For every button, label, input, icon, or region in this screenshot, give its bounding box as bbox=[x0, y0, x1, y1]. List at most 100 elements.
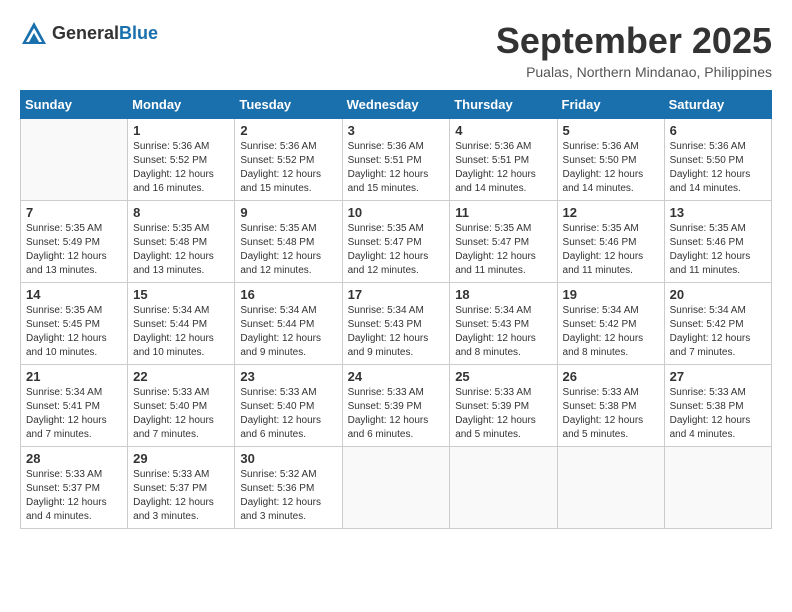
day-number: 19 bbox=[563, 287, 659, 302]
day-number: 9 bbox=[240, 205, 336, 220]
day-number: 14 bbox=[26, 287, 122, 302]
calendar-body: 1 Sunrise: 5:36 AMSunset: 5:52 PMDaylight… bbox=[21, 119, 772, 529]
day-number: 12 bbox=[563, 205, 659, 220]
table-row: 28 Sunrise: 5:33 AMSunset: 5:37 PMDayligh… bbox=[21, 447, 128, 529]
table-row: 5Sunrise: 5:36 AMSunset: 5:50 PMDaylight… bbox=[557, 119, 664, 201]
day-number: 10 bbox=[348, 205, 445, 220]
table-row: 8Sunrise: 5:35 AMSunset: 5:48 PMDaylight… bbox=[128, 201, 235, 283]
day-number: 16 bbox=[240, 287, 336, 302]
day-info: Sunrise: 5:35 AMSunset: 5:49 PMDaylight:… bbox=[26, 222, 122, 278]
col-sunday: Sunday bbox=[21, 91, 128, 119]
calendar-week-5: 28 Sunrise: 5:33 AMSunset: 5:37 PMDayligh… bbox=[21, 447, 772, 529]
table-row: 22 Sunrise: 5:33 AMSunset: 5:40 PMDayligh… bbox=[128, 365, 235, 447]
table-row: 11 Sunrise: 5:35 AMSunset: 5:47 PMDayligh… bbox=[450, 201, 557, 283]
day-info: Sunrise: 5:35 AMSunset: 5:46 PMDaylight:… bbox=[563, 222, 659, 278]
table-row: 25 Sunrise: 5:33 AMSunset: 5:39 PMDayligh… bbox=[450, 365, 557, 447]
day-info: Sunrise: 5:33 AMSunset: 5:40 PMDaylight:… bbox=[133, 386, 229, 442]
day-number: 18 bbox=[455, 287, 551, 302]
day-number: 7 bbox=[26, 205, 122, 220]
day-number: 30 bbox=[240, 451, 336, 466]
table-row: 16 Sunrise: 5:34 AMSunset: 5:44 PMDayligh… bbox=[235, 283, 342, 365]
col-saturday: Saturday bbox=[664, 91, 771, 119]
day-info: Sunrise: 5:35 AMSunset: 5:46 PMDaylight:… bbox=[670, 222, 766, 278]
title-area: September 2025 Pualas, Northern Mindanao… bbox=[496, 20, 772, 80]
table-row: 1 Sunrise: 5:36 AMSunset: 5:52 PMDaylight… bbox=[128, 119, 235, 201]
col-monday: Monday bbox=[128, 91, 235, 119]
day-number: 17 bbox=[348, 287, 445, 302]
day-number: 28 bbox=[26, 451, 122, 466]
day-info: Sunrise: 5:34 AMSunset: 5:44 PMDaylight:… bbox=[240, 304, 336, 360]
day-info: Sunrise: 5:34 AMSunset: 5:42 PMDaylight:… bbox=[563, 304, 659, 360]
table-row: 18 Sunrise: 5:34 AMSunset: 5:43 PMDayligh… bbox=[450, 283, 557, 365]
calendar-header: Sunday Monday Tuesday Wednesday Thursday… bbox=[21, 91, 772, 119]
table-row: 30 Sunrise: 5:32 AMSunset: 5:36 PMDayligh… bbox=[235, 447, 342, 529]
day-info: Sunrise: 5:35 AMSunset: 5:47 PMDaylight:… bbox=[455, 222, 551, 278]
table-row: 7 Sunrise: 5:35 AMSunset: 5:49 PMDaylight… bbox=[21, 201, 128, 283]
day-number: 23 bbox=[240, 369, 336, 384]
table-row: 29Sunrise: 5:33 AMSunset: 5:37 PMDayligh… bbox=[128, 447, 235, 529]
table-row bbox=[450, 447, 557, 529]
day-info: Sunrise: 5:33 AMSunset: 5:38 PMDaylight:… bbox=[563, 386, 659, 442]
table-row: 21Sunrise: 5:34 AMSunset: 5:41 PMDayligh… bbox=[21, 365, 128, 447]
col-tuesday: Tuesday bbox=[235, 91, 342, 119]
day-number: 6 bbox=[670, 123, 766, 138]
table-row: 26Sunrise: 5:33 AMSunset: 5:38 PMDayligh… bbox=[557, 365, 664, 447]
table-row: 10Sunrise: 5:35 AMSunset: 5:47 PMDayligh… bbox=[342, 201, 450, 283]
day-info: Sunrise: 5:35 AMSunset: 5:45 PMDaylight:… bbox=[26, 304, 122, 360]
table-row: 19 Sunrise: 5:34 AMSunset: 5:42 PMDayligh… bbox=[557, 283, 664, 365]
day-number: 11 bbox=[455, 205, 551, 220]
day-number: 24 bbox=[348, 369, 445, 384]
table-row: 15Sunrise: 5:34 AMSunset: 5:44 PMDayligh… bbox=[128, 283, 235, 365]
table-row: 12 Sunrise: 5:35 AMSunset: 5:46 PMDayligh… bbox=[557, 201, 664, 283]
table-row bbox=[664, 447, 771, 529]
logo-general: GeneralBlue bbox=[52, 24, 158, 44]
calendar-week-3: 14 Sunrise: 5:35 AMSunset: 5:45 PMDayligh… bbox=[21, 283, 772, 365]
day-info: Sunrise: 5:36 AMSunset: 5:51 PMDaylight:… bbox=[348, 140, 445, 196]
calendar-week-1: 1 Sunrise: 5:36 AMSunset: 5:52 PMDaylight… bbox=[21, 119, 772, 201]
table-row: 20 Sunrise: 5:34 AMSunset: 5:42 PMDayligh… bbox=[664, 283, 771, 365]
table-row bbox=[557, 447, 664, 529]
generalblue-icon bbox=[20, 20, 48, 48]
day-info: Sunrise: 5:33 AMSunset: 5:37 PMDaylight:… bbox=[26, 468, 122, 524]
day-number: 22 bbox=[133, 369, 229, 384]
day-info: Sunrise: 5:34 AMSunset: 5:42 PMDaylight:… bbox=[670, 304, 766, 360]
table-row: 17Sunrise: 5:34 AMSunset: 5:43 PMDayligh… bbox=[342, 283, 450, 365]
header-row: Sunday Monday Tuesday Wednesday Thursday… bbox=[21, 91, 772, 119]
logo: GeneralBlue bbox=[20, 20, 158, 48]
day-info: Sunrise: 5:33 AMSunset: 5:38 PMDaylight:… bbox=[670, 386, 766, 442]
day-number: 13 bbox=[670, 205, 766, 220]
col-thursday: Thursday bbox=[450, 91, 557, 119]
day-info: Sunrise: 5:34 AMSunset: 5:43 PMDaylight:… bbox=[455, 304, 551, 360]
day-number: 1 bbox=[133, 123, 229, 138]
calendar-week-2: 7 Sunrise: 5:35 AMSunset: 5:49 PMDaylight… bbox=[21, 201, 772, 283]
day-number: 2 bbox=[240, 123, 336, 138]
table-row bbox=[342, 447, 450, 529]
location-title: Pualas, Northern Mindanao, Philippines bbox=[496, 64, 772, 80]
table-row: 23Sunrise: 5:33 AMSunset: 5:40 PMDayligh… bbox=[235, 365, 342, 447]
day-info: Sunrise: 5:35 AMSunset: 5:48 PMDaylight:… bbox=[133, 222, 229, 278]
table-row: 6 Sunrise: 5:36 AMSunset: 5:50 PMDaylight… bbox=[664, 119, 771, 201]
table-row: 9Sunrise: 5:35 AMSunset: 5:48 PMDaylight… bbox=[235, 201, 342, 283]
day-info: Sunrise: 5:36 AMSunset: 5:52 PMDaylight:… bbox=[133, 140, 229, 196]
day-number: 5 bbox=[563, 123, 659, 138]
day-number: 20 bbox=[670, 287, 766, 302]
day-number: 25 bbox=[455, 369, 551, 384]
day-info: Sunrise: 5:33 AMSunset: 5:39 PMDaylight:… bbox=[348, 386, 445, 442]
table-row: 14 Sunrise: 5:35 AMSunset: 5:45 PMDayligh… bbox=[21, 283, 128, 365]
day-number: 21 bbox=[26, 369, 122, 384]
day-info: Sunrise: 5:32 AMSunset: 5:36 PMDaylight:… bbox=[240, 468, 336, 524]
day-info: Sunrise: 5:33 AMSunset: 5:39 PMDaylight:… bbox=[455, 386, 551, 442]
table-row: 3 Sunrise: 5:36 AMSunset: 5:51 PMDaylight… bbox=[342, 119, 450, 201]
day-info: Sunrise: 5:34 AMSunset: 5:44 PMDaylight:… bbox=[133, 304, 229, 360]
calendar: Sunday Monday Tuesday Wednesday Thursday… bbox=[20, 90, 772, 529]
table-row: 13 Sunrise: 5:35 AMSunset: 5:46 PMDayligh… bbox=[664, 201, 771, 283]
calendar-week-4: 21Sunrise: 5:34 AMSunset: 5:41 PMDayligh… bbox=[21, 365, 772, 447]
header: GeneralBlue September 2025 Pualas, North… bbox=[20, 20, 772, 80]
day-number: 4 bbox=[455, 123, 551, 138]
table-row: 2 Sunrise: 5:36 AMSunset: 5:52 PMDaylight… bbox=[235, 119, 342, 201]
month-title: September 2025 bbox=[496, 20, 772, 62]
day-info: Sunrise: 5:36 AMSunset: 5:52 PMDaylight:… bbox=[240, 140, 336, 196]
day-number: 3 bbox=[348, 123, 445, 138]
col-friday: Friday bbox=[557, 91, 664, 119]
day-info: Sunrise: 5:36 AMSunset: 5:50 PMDaylight:… bbox=[670, 140, 766, 196]
